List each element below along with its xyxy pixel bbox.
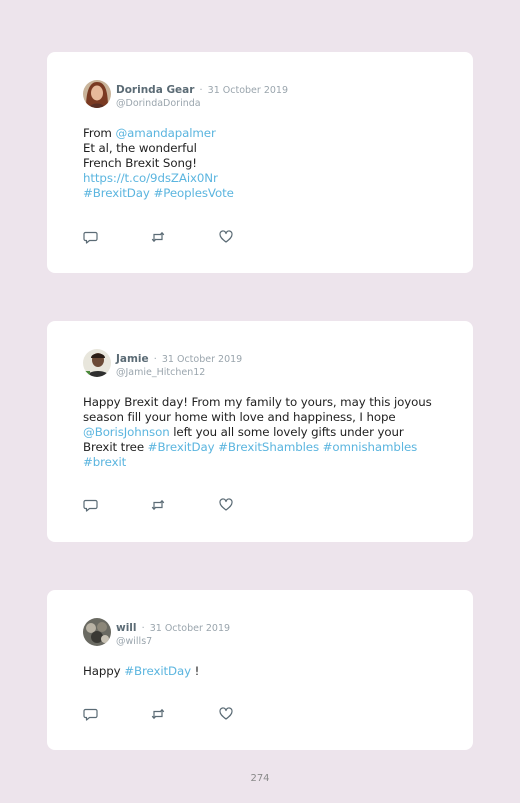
separator: · [199, 85, 203, 96]
reply-icon[interactable] [83, 706, 99, 722]
hashtag-link[interactable]: #BrexitDay [124, 664, 191, 678]
tweet-text-segment: Happy Brexit day! From my family to your… [83, 395, 432, 409]
tweet-card: Dorinda Gear · 31 October 2019 @DorindaD… [47, 52, 473, 273]
tweet-text-segment: season fill your home with love and happ… [83, 410, 396, 424]
tweet-text-segment: Et al, the wonderful [83, 141, 197, 155]
like-icon[interactable] [218, 497, 234, 513]
avatar[interactable] [83, 618, 111, 646]
author-handle[interactable]: @Jamie_Hitchen12 [116, 367, 242, 379]
tweet-actions [83, 497, 243, 513]
reply-icon[interactable] [83, 229, 99, 245]
mention-link[interactable]: @BorisJohnson [83, 425, 170, 439]
reply-icon[interactable] [83, 497, 99, 513]
retweet-icon[interactable] [150, 706, 166, 722]
retweet-icon[interactable] [150, 229, 166, 245]
author-name[interactable]: Jamie [116, 353, 149, 365]
mention-link[interactable]: @amandapalmer [115, 126, 215, 140]
author-name[interactable]: Dorinda Gear [116, 84, 194, 96]
url-link[interactable]: https://t.co/9dsZAix0Nr [83, 171, 218, 185]
hashtag-link[interactable]: #PeoplesVote [153, 186, 233, 200]
hashtag-link[interactable]: #BrexitDay [83, 186, 150, 200]
tweet-actions [83, 706, 243, 722]
separator: · [153, 354, 157, 365]
tweet-text-segment: ! [191, 664, 200, 678]
tweet-date: 31 October 2019 [149, 623, 231, 634]
author-name[interactable]: will [116, 622, 137, 634]
tweet-date: 31 October 2019 [161, 354, 243, 365]
tweet-text-segment: Brexit tree [83, 440, 148, 454]
like-icon[interactable] [218, 706, 234, 722]
hashtag-link[interactable]: #brexit [83, 455, 126, 469]
author-handle[interactable]: @wills7 [116, 636, 230, 648]
tweet-actions [83, 229, 243, 245]
tweet-text: Happy #BrexitDay ! [83, 664, 443, 679]
tweet-text-segment: French Brexit Song! [83, 156, 197, 170]
author-handle[interactable]: @DorindaDorinda [116, 98, 288, 110]
tweet-card: Jamie · 31 October 2019 @Jamie_Hitchen12… [47, 321, 473, 542]
tweet-text-segment: From [83, 126, 116, 140]
hashtag-link[interactable]: #BrexitShambles [218, 440, 319, 454]
hashtag-link[interactable]: #BrexitDay [148, 440, 215, 454]
avatar[interactable] [83, 80, 111, 108]
tweet-date: 31 October 2019 [207, 85, 288, 96]
like-icon[interactable] [218, 229, 234, 245]
tweet-text-segment: left you all some lovely gifts under you… [169, 425, 404, 439]
avatar[interactable] [83, 349, 111, 377]
tweet-text: Happy Brexit day! From my family to your… [83, 395, 443, 470]
hashtag-link[interactable]: #omnishambles [323, 440, 418, 454]
tweet-text-segment: Happy [83, 664, 125, 678]
tweet-text: From @amandapalmer Et al, the wonderful Fr… [83, 126, 443, 201]
separator: · [141, 623, 145, 634]
tweet-card: will · 31 October 2019 @wills7 Happy #Br… [47, 590, 473, 750]
page-number: 274 [250, 773, 270, 784]
retweet-icon[interactable] [150, 497, 166, 513]
